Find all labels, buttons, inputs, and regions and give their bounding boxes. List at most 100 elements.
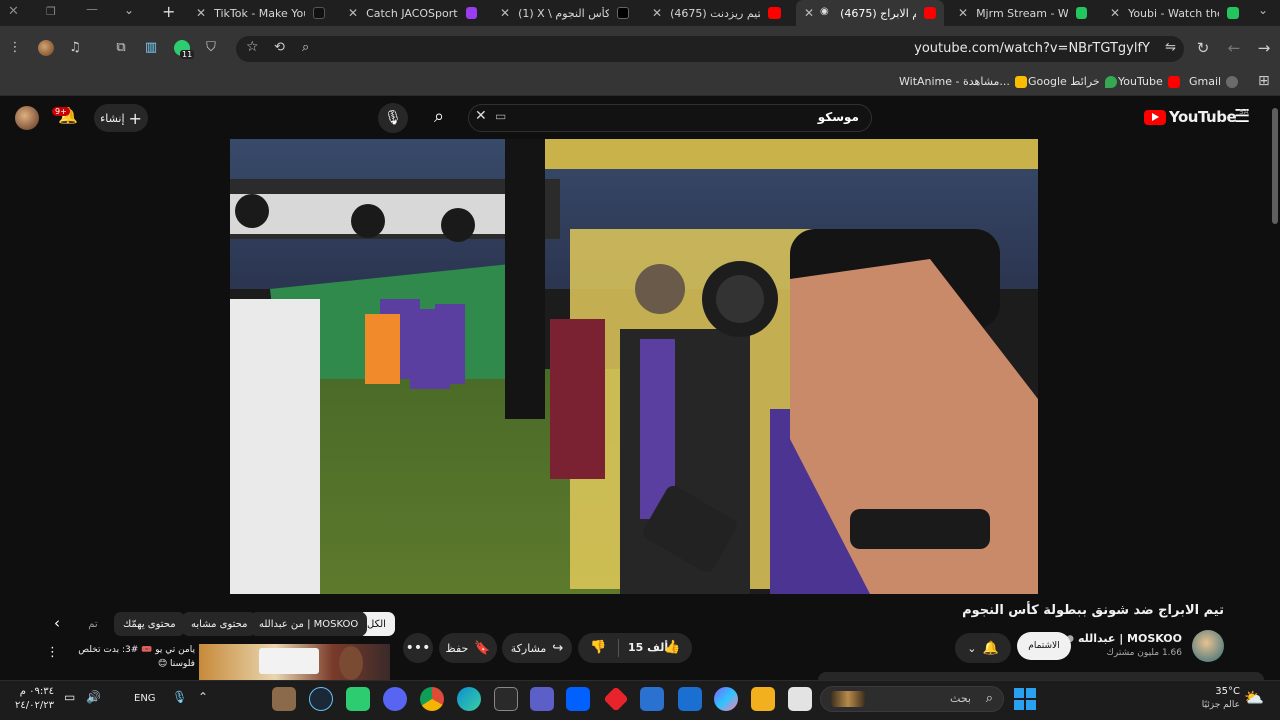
- search-icon[interactable]: ⌕: [434, 106, 444, 127]
- shield-icon[interactable]: ⛉: [202, 40, 220, 55]
- store-icon[interactable]: [678, 687, 702, 711]
- weather-icon[interactable]: ⛅: [1244, 688, 1264, 707]
- youtube-icon: [923, 7, 936, 19]
- browser-tab[interactable]: ✕ (1) X \ كأس النجوم @: [492, 0, 637, 26]
- menu-icon[interactable]: ⋮: [6, 40, 24, 55]
- teams-icon[interactable]: [530, 687, 554, 711]
- microphone-tray-icon[interactable]: 🎙: [172, 690, 187, 704]
- restore-window-icon[interactable]: ❐: [46, 5, 56, 18]
- app-brown-icon[interactable]: [272, 687, 296, 711]
- chip-for-you[interactable]: محتوى يهمّك: [114, 612, 185, 636]
- browser-tab-active[interactable]: ✕ ◉ (4675) تيم الابراج: [796, 0, 944, 26]
- bookmark-youtube[interactable]: YouTube: [1118, 75, 1180, 88]
- create-button[interactable]: إنشاء +: [94, 104, 148, 132]
- browser-tab[interactable]: ✕ (4675) تختيم ريزدنت: [644, 0, 789, 26]
- channel-name-row[interactable]: MOSKOO | عبدالله ●: [1066, 632, 1182, 645]
- new-tab-icon[interactable]: +: [162, 2, 175, 21]
- search-query[interactable]: موسكو: [818, 110, 859, 124]
- keyboard-icon[interactable]: ▭: [495, 109, 506, 123]
- bookmark-witanime[interactable]: WitAnime - مشاهدة...: [899, 75, 1027, 88]
- dislike-button[interactable]: 👎: [590, 640, 606, 655]
- epic-games-icon[interactable]: [494, 687, 518, 711]
- youtube-logo[interactable]: YouTube SA: [1144, 108, 1249, 126]
- close-tab-icon[interactable]: ✕: [1110, 6, 1120, 20]
- steam-icon[interactable]: [309, 687, 333, 711]
- account-avatar[interactable]: [15, 106, 39, 130]
- chip-from-channel[interactable]: من عبدالله | MOSKOO: [250, 612, 368, 636]
- volume-icon[interactable]: 🔊: [86, 690, 101, 704]
- start-button[interactable]: [1014, 688, 1036, 710]
- apps-grid-icon[interactable]: ⊞: [1258, 73, 1270, 89]
- voice-search-icon[interactable]: 🎙: [378, 103, 408, 133]
- notifications-dropdown-button[interactable]: ⌄ 🔔: [955, 633, 1011, 663]
- profile-avatar[interactable]: [38, 40, 54, 56]
- address-bar[interactable]: ⌕ ⟲ ☆ youtube.com/watch?v=NBrTGTgylfY ⇋: [236, 36, 1184, 62]
- browser-tab[interactable]: ✕ Mjrm Stream - Watch: [950, 0, 1095, 26]
- recommended-video-menu-icon[interactable]: ⋮: [46, 645, 59, 660]
- forward-icon[interactable]: ←: [1225, 39, 1243, 57]
- tab-overflow-icon[interactable]: ⌄: [1258, 3, 1268, 17]
- channel-avatar[interactable]: [1192, 630, 1224, 662]
- search-box[interactable]: موسكو ▭ ✕: [468, 104, 872, 132]
- dropbox-icon[interactable]: [566, 687, 590, 711]
- more-actions-button[interactable]: •••: [403, 633, 433, 663]
- chrome-icon[interactable]: [420, 687, 444, 711]
- like-button[interactable]: 👍: [664, 640, 680, 655]
- close-tab-icon[interactable]: ✕: [652, 6, 662, 20]
- video-title: تيم الابراج ضد شونق ببطولة كأس النجوم: [962, 603, 1224, 618]
- bookmark-icon: 🔖: [474, 640, 491, 656]
- recommended-video-title[interactable]: يامن تي يو 🎟️ #3: بدت تخلص: [70, 645, 195, 655]
- subscribe-button[interactable]: الاشتمام: [1017, 632, 1071, 660]
- file-manager-icon[interactable]: [788, 687, 812, 711]
- minimize-window-icon[interactable]: —: [86, 2, 98, 16]
- clock-time[interactable]: ٠٩:٣٤ م: [8, 686, 54, 697]
- close-window-icon[interactable]: ✕: [8, 4, 19, 19]
- close-tab-icon[interactable]: ✕: [348, 6, 358, 20]
- copilot-icon[interactable]: [714, 687, 738, 711]
- taskbar-search[interactable]: ⌕ بحث: [820, 686, 1004, 712]
- media-control-icon[interactable]: ♫: [66, 40, 84, 55]
- bookmark-star-icon[interactable]: ☆: [246, 39, 259, 55]
- clock-date[interactable]: ٢٤/٠٢/٢٣: [8, 700, 54, 711]
- close-tab-icon[interactable]: ✕: [196, 6, 206, 20]
- bookmark-maps[interactable]: Google خرائط: [1028, 75, 1117, 88]
- site-settings-icon[interactable]: ⇋: [1165, 40, 1176, 55]
- browser-tab[interactable]: ✕ Catch JACOSport Live: [340, 0, 485, 26]
- chips-scroll-left-icon[interactable]: ‹: [54, 614, 60, 632]
- chip-related[interactable]: محتوى مشابه: [182, 612, 257, 636]
- youtube-logo-text: YouTube: [1169, 108, 1237, 126]
- reader-icon[interactable]: ⟲: [274, 40, 285, 55]
- discord-icon[interactable]: [383, 687, 407, 711]
- close-tab-icon[interactable]: ✕: [958, 6, 968, 20]
- show-hidden-icons[interactable]: ⌃: [198, 690, 208, 704]
- recommended-video-thumbnail[interactable]: [199, 644, 390, 680]
- scrollbar-thumb[interactable]: [1272, 108, 1278, 224]
- video-player[interactable]: [230, 139, 1038, 594]
- extension-icon[interactable]: ▥: [142, 40, 160, 55]
- chip-more[interactable]: تم: [78, 612, 108, 636]
- weather-temp: 35°C: [1215, 686, 1240, 697]
- bookmarks-bar: ⊞ Gmail YouTube Google خرائط WitAnime - …: [0, 70, 1280, 96]
- file-explorer-icon[interactable]: [751, 687, 775, 711]
- browser-tab[interactable]: ✕ Youbi - Watch the Vi: [1102, 0, 1247, 26]
- audio-playing-icon[interactable]: ◉: [820, 6, 829, 17]
- extensions-icon[interactable]: ⧉: [112, 40, 130, 55]
- reload-icon[interactable]: ↻: [1194, 39, 1212, 57]
- outlook-icon[interactable]: [640, 687, 664, 711]
- app-green-icon[interactable]: [346, 687, 370, 711]
- language-indicator[interactable]: ENG: [134, 693, 156, 704]
- save-button[interactable]: حفظ 🔖: [439, 633, 497, 663]
- tab-title: TikTok - Make Your D: [214, 6, 305, 20]
- zoom-icon[interactable]: ⌕: [302, 40, 309, 55]
- edge-icon[interactable]: [457, 687, 481, 711]
- url-text[interactable]: youtube.com/watch?v=NBrTGTgylfY: [914, 41, 1150, 56]
- clear-search-icon[interactable]: ✕: [475, 108, 487, 124]
- bookmark-gmail[interactable]: Gmail: [1189, 75, 1239, 88]
- close-tab-icon[interactable]: ✕: [804, 6, 814, 20]
- share-button[interactable]: مشاركة ↪: [502, 633, 572, 663]
- browser-tab[interactable]: ✕ TikTok - Make Your D: [188, 0, 333, 26]
- back-icon[interactable]: →: [1255, 39, 1273, 57]
- tab-search-icon[interactable]: ⌄: [124, 3, 134, 17]
- close-tab-icon[interactable]: ✕: [500, 6, 510, 20]
- battery-icon[interactable]: ▭: [64, 690, 75, 704]
